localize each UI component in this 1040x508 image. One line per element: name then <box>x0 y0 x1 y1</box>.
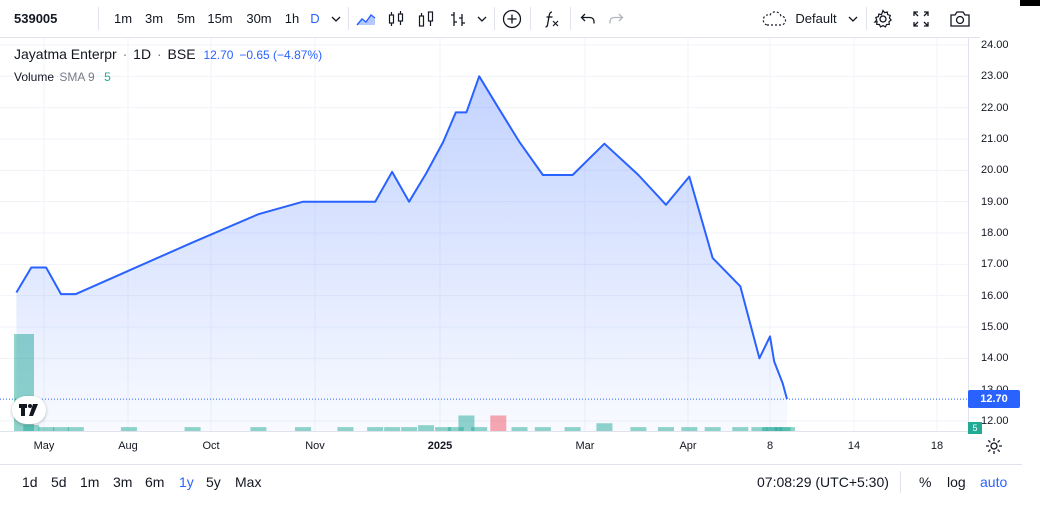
time-tick-label: 18 <box>930 440 944 452</box>
time-tick-label: Nov <box>305 440 325 452</box>
divider <box>900 471 901 493</box>
divider <box>494 7 495 30</box>
settings-icon[interactable] <box>870 0 896 37</box>
divider <box>570 7 571 30</box>
legend-interval: 1D <box>133 46 152 62</box>
time-tick-label: Mar <box>575 440 595 452</box>
price-tick-label: 15.00 <box>981 321 1009 333</box>
price-area <box>16 76 787 432</box>
legend-symbol-name[interactable]: Jayatma Enterpr <box>14 46 117 62</box>
layout-name[interactable]: Default <box>790 0 842 37</box>
window-edge <box>1020 0 1040 6</box>
log-toggle[interactable]: log <box>947 474 966 490</box>
fullscreen-icon[interactable] <box>908 0 934 37</box>
legend-change: −0.65 (−4.87%) <box>239 48 323 62</box>
range-3m[interactable]: 3m <box>113 474 132 490</box>
sma-label: SMA 9 <box>59 70 95 84</box>
volume-value: 5 <box>104 70 111 84</box>
price-tick-label: 17.00 <box>981 258 1009 271</box>
time-tick-label: Apr <box>679 440 697 452</box>
time-tick-label: 2025 <box>427 440 453 452</box>
volume-label: Volume <box>14 70 55 84</box>
range-5y[interactable]: 5y <box>206 474 221 490</box>
range-1y[interactable]: 1y <box>179 474 194 490</box>
chevron-down-icon[interactable] <box>844 0 862 37</box>
price-tick-label: 14.00 <box>981 352 1009 365</box>
undo-icon[interactable] <box>576 0 600 37</box>
price-tick-label: 12.00 <box>981 415 1009 427</box>
price-tick-label: 20.00 <box>981 164 1009 177</box>
chevron-down-icon[interactable] <box>328 0 344 37</box>
camera-icon[interactable] <box>946 0 974 37</box>
range-1m[interactable]: 1m <box>80 474 99 490</box>
percent-toggle[interactable]: % <box>919 474 931 490</box>
time-tick-label: May <box>33 440 55 452</box>
symbol-search[interactable]: 539005 <box>6 0 92 37</box>
range-max[interactable]: Max <box>235 474 261 490</box>
price-scale[interactable]: 24.00 23.00 22.00 21.00 20.00 19.00 18.00 17.00… <box>968 38 1022 431</box>
range-6m[interactable]: 6m <box>145 474 164 490</box>
price-tick-label: 23.00 <box>981 70 1009 83</box>
price-tick-label: 18.00 <box>981 227 1009 239</box>
area-chart-icon[interactable] <box>354 0 378 37</box>
time-tick-label: Aug <box>118 440 138 452</box>
divider <box>866 7 867 30</box>
chart-pane[interactable] <box>0 38 968 432</box>
divider <box>98 7 99 30</box>
time-tick-label: Oct <box>202 440 220 452</box>
interval-30m[interactable]: 30m <box>241 0 277 37</box>
divider <box>530 7 531 30</box>
hlc-bars-icon[interactable] <box>446 0 470 37</box>
volume-badge: 5 <box>968 422 982 434</box>
price-tick-label: 16.00 <box>981 289 1009 302</box>
bottom-toolbar: 1d 5d 1m 3m 6m 1y 5y Max 07:08:29 (UTC+5… <box>0 464 1022 498</box>
tradingview-logo[interactable] <box>12 396 46 424</box>
interval-1m[interactable]: 1m <box>110 0 136 37</box>
fx-icon[interactable] <box>538 0 564 37</box>
price-tick-label: 21.00 <box>981 133 1009 145</box>
price-chart[interactable] <box>0 38 968 432</box>
add-indicator-icon[interactable] <box>500 0 524 37</box>
legend-last-price: 12.70 <box>203 48 234 62</box>
time-tick-label: 8 <box>766 440 774 452</box>
time-axis[interactable]: May Aug Oct Nov 2025 Mar Apr 8 14 18 <box>0 431 968 459</box>
interval-5m[interactable]: 5m <box>172 0 200 37</box>
divider <box>348 7 349 30</box>
auto-toggle[interactable]: auto <box>980 474 1007 490</box>
range-5d[interactable]: 5d <box>51 474 67 490</box>
candles-icon[interactable] <box>384 0 408 37</box>
chevron-down-icon[interactable] <box>474 0 490 37</box>
interval-15m[interactable]: 15m <box>204 0 236 37</box>
cloud-icon[interactable] <box>760 0 788 37</box>
bars-icon[interactable] <box>414 0 438 37</box>
price-tick-label: 24.00 <box>981 39 1009 51</box>
volume-legend[interactable]: Volume SMA 9 5 <box>14 70 111 84</box>
range-1d[interactable]: 1d <box>22 474 38 490</box>
price-tick-label: 22.00 <box>981 101 1009 114</box>
legend-exchange: BSE <box>167 46 196 62</box>
top-toolbar: 539005 1m 3m 5m 15m 30m 1h D Default <box>0 0 980 38</box>
interval-1h[interactable]: 1h <box>281 0 303 37</box>
interval-d[interactable]: D <box>306 0 324 37</box>
chart-legend: Jayatma Enterpr · 1D · BSE 12.70 −0.65 (… <box>14 46 323 62</box>
price-tick-label: 19.00 <box>981 195 1009 208</box>
toolbar-right-strip <box>980 0 1040 38</box>
clock[interactable]: 07:08:29 (UTC+5:30) <box>757 474 889 490</box>
scale-settings-icon[interactable] <box>984 436 1004 456</box>
time-tick-label: 14 <box>847 440 861 452</box>
redo-icon[interactable] <box>604 0 628 37</box>
interval-3m[interactable]: 3m <box>140 0 168 37</box>
last-price-badge: 12.70 <box>968 390 1020 409</box>
